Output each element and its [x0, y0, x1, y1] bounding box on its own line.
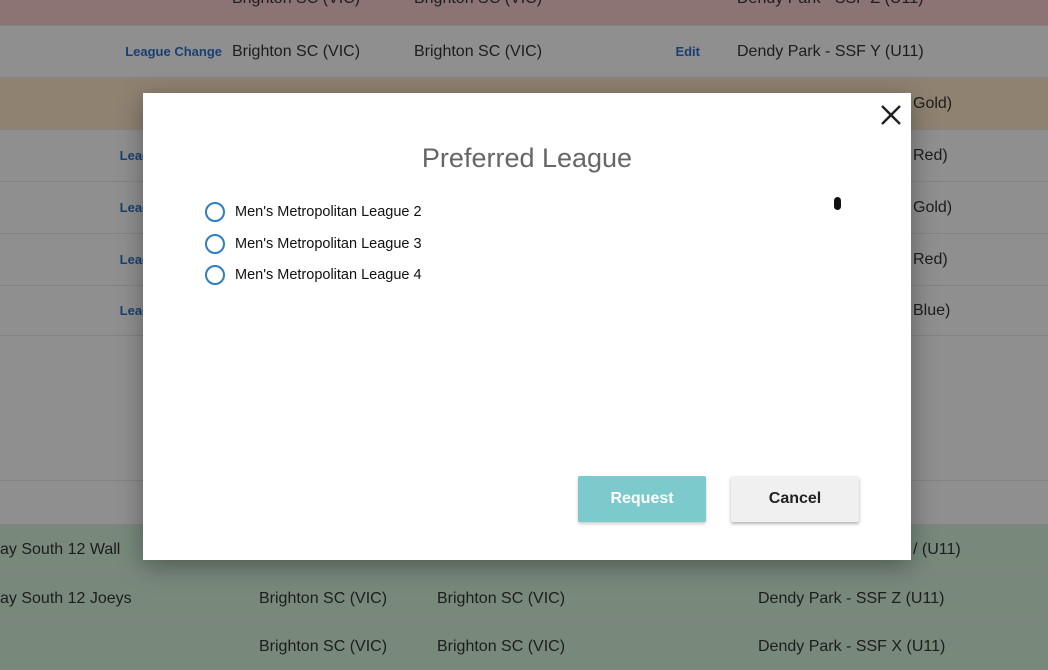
dialog-title: Preferred League — [421, 143, 633, 173]
option-label: Men's Metropolitan League 2 — [235, 204, 422, 220]
cancel-button[interactable]: Cancel — [731, 476, 859, 522]
league-option[interactable]: Men's Metropolitan League 2 — [205, 200, 422, 224]
league-option[interactable]: Men's Metropolitan League 4 — [205, 263, 422, 287]
close-button[interactable] — [877, 101, 905, 129]
radio-button[interactable] — [205, 202, 225, 222]
radio-button[interactable] — [205, 265, 225, 285]
league-option[interactable]: Men's Metropolitan League 3 — [205, 232, 422, 256]
close-icon — [881, 105, 901, 125]
cursor-mark — [834, 197, 841, 210]
preferred-league-dialog: Preferred League Men's Metropolitan Leag… — [143, 93, 911, 560]
option-label: Men's Metropolitan League 3 — [235, 236, 422, 252]
request-button[interactable]: Request — [578, 476, 706, 522]
radio-button[interactable] — [205, 234, 225, 254]
option-label: Men's Metropolitan League 4 — [235, 267, 422, 283]
